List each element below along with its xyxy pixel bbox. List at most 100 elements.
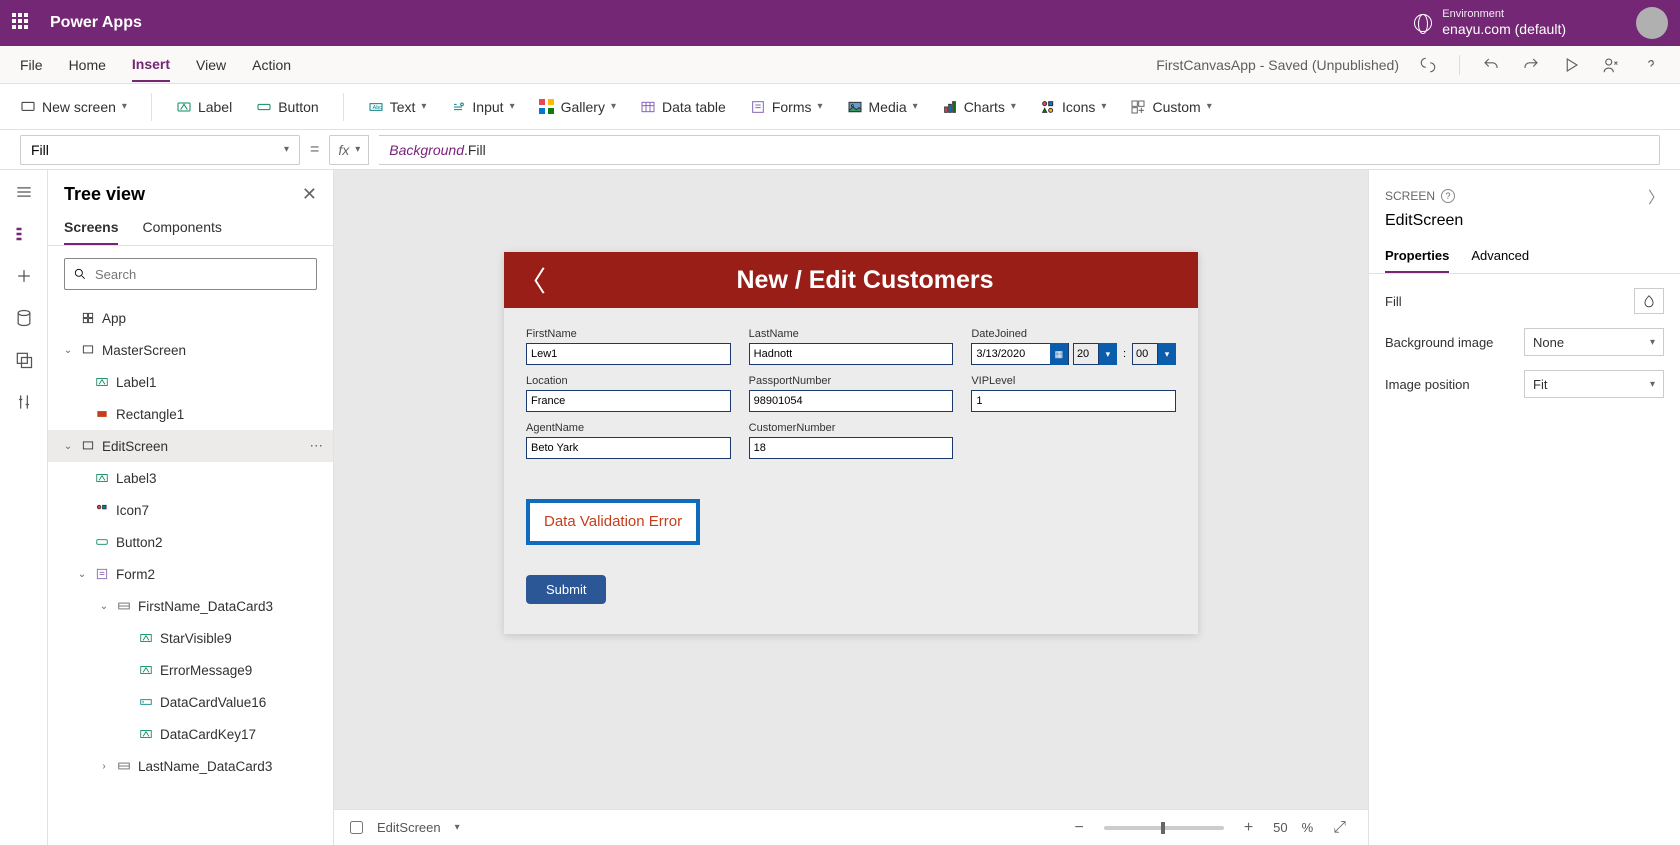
undo-icon[interactable] [1482, 56, 1500, 74]
icons-icon [1040, 99, 1056, 115]
imgpos-select[interactable]: Fit▾ [1524, 370, 1664, 398]
tree-node-masterscreen[interactable]: ⌄MasterScreen [48, 334, 333, 366]
help-icon[interactable] [1642, 56, 1660, 74]
environment-block[interactable]: Environment enayu.com (default) [1414, 8, 1566, 38]
datejoined-hh[interactable]: 20 [1073, 343, 1099, 365]
fill-color-button[interactable] [1634, 288, 1664, 314]
app-screen-editscreen[interactable]: 〈 New / Edit Customers FirstName LastNam… [504, 252, 1198, 634]
app-checker-icon[interactable] [1419, 56, 1437, 74]
canvas-area[interactable]: 〈 New / Edit Customers FirstName LastNam… [334, 170, 1368, 809]
play-icon[interactable] [1562, 56, 1580, 74]
fit-to-window-button[interactable]: ⤢ [1327, 819, 1352, 837]
close-icon[interactable]: ✕ [302, 184, 317, 205]
ribbon-gallery[interactable]: Gallery▾ [539, 99, 616, 115]
viplevel-input[interactable] [971, 390, 1176, 412]
tree-node-label1[interactable]: Label1 [48, 366, 333, 398]
ribbon-charts[interactable]: Charts▾ [942, 99, 1016, 115]
ribbon-icons[interactable]: Icons▾ [1040, 99, 1107, 115]
ribbon-input[interactable]: Input▾ [450, 99, 514, 115]
tree-node-editscreen[interactable]: ⌄EditScreen⋯ [48, 430, 333, 462]
data-rail-icon[interactable] [14, 308, 34, 328]
tab-advanced[interactable]: Advanced [1471, 240, 1529, 273]
location-input[interactable] [526, 390, 731, 412]
tree-node-datacardvalue16[interactable]: DataCardValue16 [48, 686, 333, 718]
customernumber-input[interactable] [749, 437, 954, 459]
ribbon-custom[interactable]: Custom▾ [1130, 99, 1211, 115]
property-selector[interactable]: Fill▾ [20, 135, 300, 165]
expand-icon[interactable]: 〉 [1648, 184, 1664, 208]
ribbon-forms[interactable]: Forms▾ [750, 99, 823, 115]
ribbon-data-table[interactable]: Data table [640, 99, 726, 115]
ribbon-media[interactable]: Media▾ [847, 99, 918, 115]
field-viplevel: VIPLevel [971, 375, 1176, 412]
insert-rail-icon[interactable] [14, 266, 34, 286]
top-bar: Power Apps Environment enayu.com (defaul… [0, 0, 1680, 46]
tree-view-icon[interactable] [14, 224, 34, 244]
tree-node-lastname_datacard3[interactable]: ›LastName_DataCard3 [48, 750, 333, 782]
svg-text:Abc: Abc [372, 105, 382, 111]
tab-components[interactable]: Components [142, 211, 221, 245]
hamburger-icon[interactable] [14, 182, 34, 202]
tab-screens[interactable]: Screens [64, 211, 118, 245]
tree-node-errormessage9[interactable]: ErrorMessage9 [48, 654, 333, 686]
charts-icon [942, 99, 958, 115]
zoom-out-button[interactable]: − [1068, 819, 1089, 837]
tree-node-button2[interactable]: Button2 [48, 526, 333, 558]
datejoined-date[interactable]: 3/13/2020▦ [971, 343, 1069, 365]
share-icon[interactable] [1602, 56, 1620, 74]
menu-insert[interactable]: Insert [132, 48, 170, 82]
tree-list: App⌄MasterScreenLabel1Rectangle1⌄EditScr… [48, 302, 333, 845]
breadcrumb-checkbox[interactable] [350, 821, 363, 834]
formula-bar: Fill▾ = fx▾ Background.Fill [0, 130, 1680, 170]
tab-properties[interactable]: Properties [1385, 240, 1449, 273]
user-avatar[interactable] [1636, 7, 1668, 39]
insert-ribbon: New screen▾ Label Button Abc Text▾ Input… [0, 84, 1680, 130]
ribbon-new-screen[interactable]: New screen▾ [20, 99, 127, 115]
redo-icon[interactable] [1522, 56, 1540, 74]
field-lastname: LastName [749, 328, 954, 365]
validation-error-label[interactable]: Data Validation Error [526, 499, 700, 545]
tree-node-rectangle1[interactable]: Rectangle1 [48, 398, 333, 430]
breadcrumb-label[interactable]: EditScreen [377, 820, 441, 835]
passport-input[interactable] [749, 390, 954, 412]
custom-icon [1130, 99, 1146, 115]
lastname-input[interactable] [749, 343, 954, 365]
tree-node-app[interactable]: App [48, 302, 333, 334]
firstname-input[interactable] [526, 343, 731, 365]
menu-view[interactable]: View [196, 49, 226, 81]
ribbon-button[interactable]: Button [256, 99, 318, 115]
advanced-tools-icon[interactable] [14, 392, 34, 412]
datejoined-mm[interactable]: 00 [1132, 343, 1158, 365]
ribbon-label[interactable]: Label [176, 99, 232, 115]
formula-input[interactable]: Background.Fill [379, 135, 1660, 165]
environment-label: Environment [1442, 8, 1566, 21]
menu-file[interactable]: File [20, 49, 43, 81]
calendar-icon[interactable]: ▦ [1050, 343, 1068, 365]
tree-node-datacardkey17[interactable]: DataCardKey17 [48, 718, 333, 750]
text-icon: Abc [368, 99, 384, 115]
menu-action[interactable]: Action [252, 49, 291, 81]
submit-button[interactable]: Submit [526, 575, 606, 604]
bgimage-select[interactable]: None▾ [1524, 328, 1664, 356]
prop-fill-label: Fill [1385, 294, 1402, 309]
tree-node-icon7[interactable]: Icon7 [48, 494, 333, 526]
media-rail-icon[interactable] [14, 350, 34, 370]
tree-node-label3[interactable]: Label3 [48, 462, 333, 494]
waffle-icon[interactable] [12, 13, 32, 33]
tree-node-starvisible9[interactable]: StarVisible9 [48, 622, 333, 654]
ribbon-text[interactable]: Abc Text▾ [368, 99, 427, 115]
tree-search[interactable] [64, 258, 317, 290]
menu-bar: File Home Insert View Action FirstCanvas… [0, 46, 1680, 84]
back-icon[interactable]: 〈 [518, 260, 546, 300]
menu-home[interactable]: Home [69, 49, 106, 81]
chevron-down-icon[interactable]: ▾ [1158, 343, 1176, 365]
chevron-down-icon[interactable]: ▾ [1099, 343, 1117, 365]
help-icon[interactable]: ? [1441, 189, 1455, 203]
tree-node-form2[interactable]: ⌄Form2 [48, 558, 333, 590]
tree-node-firstname_datacard3[interactable]: ⌄FirstName_DataCard3 [48, 590, 333, 622]
tree-search-input[interactable] [95, 267, 308, 282]
zoom-in-button[interactable]: + [1238, 819, 1259, 837]
agentname-input[interactable] [526, 437, 731, 459]
zoom-slider[interactable] [1104, 826, 1224, 830]
fx-button[interactable]: fx▾ [329, 135, 369, 165]
